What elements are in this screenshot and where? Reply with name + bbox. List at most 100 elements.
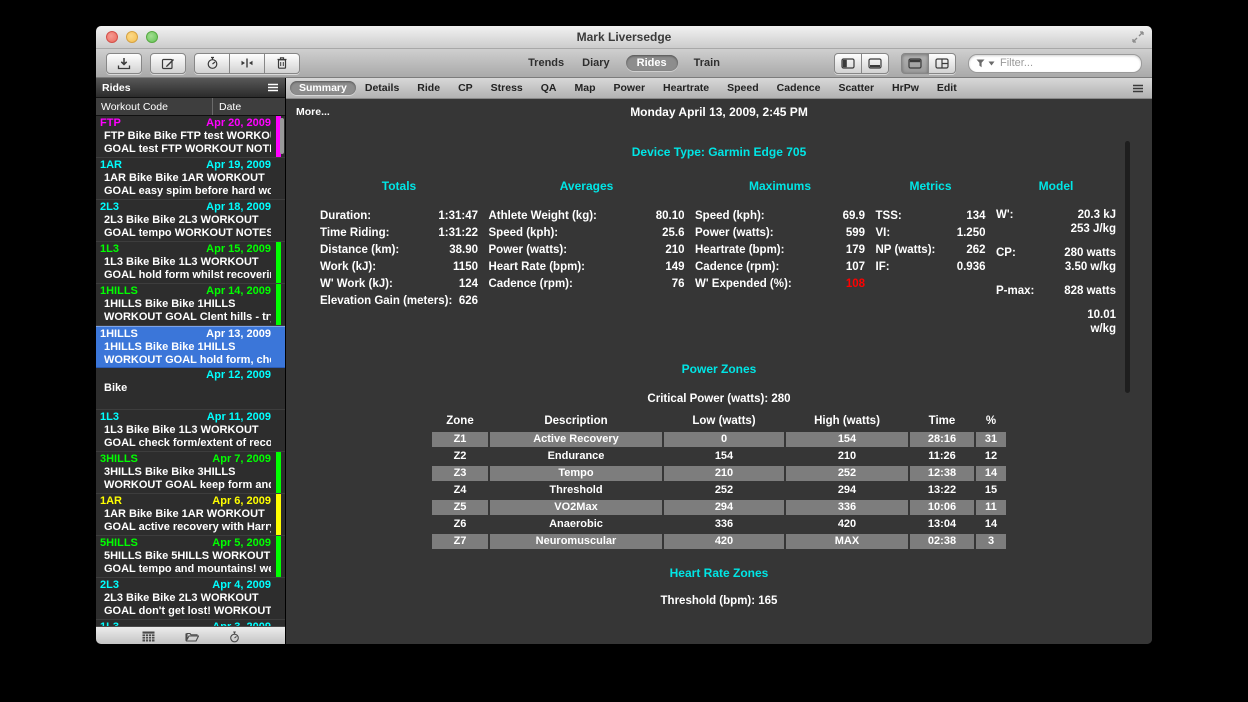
hr-threshold-line: Threshold (bpm): 165 [286,595,1152,607]
tab-speed[interactable]: Speed [718,81,768,95]
stopwatch-icon[interactable] [229,631,240,643]
metric-value: 0.936 [957,259,986,276]
delete-ride-button[interactable] [265,53,300,74]
zone-cell: 02:38 [910,534,974,549]
zoom-button[interactable] [146,31,158,43]
zone-cell: 154 [786,432,908,447]
ride-date: Apr 5, 2009 [212,537,271,550]
column-workout-code[interactable]: Workout Code [96,98,213,115]
tab-summary[interactable]: Summary [290,81,356,95]
tab-edit[interactable]: Edit [928,81,966,95]
fullscreen-icon[interactable] [1131,30,1145,44]
ride-description: GOAL hold form whilst recovering [100,269,271,282]
ride-item[interactable]: 1L3Apr 15, 20091L3 Bike Bike 1L3 WORKOUT… [96,242,285,284]
zone-cell: 14 [976,466,1006,481]
metric-value: 76 [672,276,685,293]
perspective-tab-diary[interactable]: Diary [580,55,612,71]
metric-label: W' Expended (%): [695,276,792,293]
metric-value: 626 [459,293,478,310]
metric-value: 124 [459,276,478,293]
split-ride-button[interactable] [230,53,265,74]
metric-label: P-max: [996,284,1034,298]
column-date[interactable]: Date [213,101,285,113]
view-menu-icon[interactable] [1132,84,1144,93]
zone-col-header: High (watts) [786,414,908,430]
ride-item[interactable]: 1ARApr 19, 20091AR Bike Bike 1AR WORKOUT… [96,158,285,200]
manual-entry-button[interactable] [150,53,186,74]
ride-item[interactable]: FTPApr 20, 2009FTP Bike Bike FTP test WO… [96,116,285,158]
ride-item[interactable]: 1HILLSApr 14, 20091HILLS Bike Bike 1HILL… [96,284,285,326]
stopwatch-button[interactable] [194,53,230,74]
zone-cell: 12:38 [910,466,974,481]
download-ride-button[interactable] [106,53,142,74]
tab-cp[interactable]: CP [449,81,482,95]
ride-item[interactable]: 1ARApr 6, 20091AR Bike Bike 1AR WORKOUTG… [96,494,285,536]
rides-sidebar: Rides Workout Code Date FTPApr 20, 2009F… [96,78,286,644]
sidebar-menu-icon[interactable] [267,83,279,92]
metric-label: CP: [996,246,1016,260]
zone-col-header: Description [490,414,662,430]
ride-description: 1HILLS Bike Bike 1HILLS [100,298,271,311]
summary-sections: TotalsDuration:1:31:47Time Riding:1:31:2… [320,179,1116,336]
ride-item[interactable]: 2L3Apr 18, 20092L3 Bike Bike 2L3 WORKOUT… [96,200,285,242]
filter-input[interactable] [998,56,1134,70]
metric-value: 179 [846,242,865,259]
tab-heartrate[interactable]: Heartrate [654,81,718,95]
zone-cell: 420 [664,534,784,549]
metric-label: VI: [876,225,891,242]
ride-item[interactable]: 3HILLSApr 7, 20093HILLS Bike Bike 3HILLS… [96,452,285,494]
toggle-sidebar-button[interactable] [834,53,862,74]
zone-cell: 11 [976,500,1006,515]
zone-row: Z5VO2Max29433610:0611 [432,500,1006,515]
tab-ride[interactable]: Ride [408,81,449,95]
ride-code: 1L3 [100,411,119,424]
metric-value: 828 watts [1064,284,1116,298]
folder-icon[interactable] [185,631,199,642]
power-zones-table: ZoneDescriptionLow (watts)High (watts)Ti… [432,414,1006,549]
zone-cell: MAX [786,534,908,549]
ride-date: Apr 11, 2009 [207,411,271,424]
ride-item[interactable]: 1L3Apr 3, 2009 [96,620,285,626]
metric-label: Duration: [320,208,371,225]
toggle-bottombar-button[interactable] [862,53,889,74]
zone-cell: 10:06 [910,500,974,515]
ride-item[interactable]: 1HILLSApr 13, 20091HILLS Bike Bike 1HILL… [96,326,285,368]
calendar-icon[interactable] [142,631,155,642]
zone-cell: 3 [976,534,1006,549]
ride-item[interactable]: Apr 12, 2009Bike [96,368,285,410]
minimize-button[interactable] [126,31,138,43]
tab-power[interactable]: Power [605,81,655,95]
ride-description: Bike [100,382,271,395]
more-link[interactable]: More... [296,106,330,118]
metric-label: Power (watts): [695,225,774,242]
tab-map[interactable]: Map [566,81,605,95]
content-scrollbar[interactable] [1125,141,1130,393]
ride-date: Apr 3, 2009 [212,621,271,626]
ride-code: 1L3 [100,243,119,256]
filter-field[interactable] [968,54,1142,73]
tab-qa[interactable]: QA [532,81,566,95]
tab-cadence[interactable]: Cadence [768,81,830,95]
ride-description: WORKOUT GOAL Clent hills - try [100,311,271,324]
ride-item[interactable]: 5HILLSApr 5, 20095HILLS Bike 5HILLS WORK… [96,536,285,578]
ride-item[interactable]: 2L3Apr 4, 20092L3 Bike Bike 2L3 WORKOUTG… [96,578,285,620]
perspective-tab-rides[interactable]: Rides [626,55,678,71]
tab-details[interactable]: Details [356,81,408,95]
tab-stress[interactable]: Stress [482,81,532,95]
zone-cell: Z1 [432,432,488,447]
ride-color-stripe [276,452,281,493]
sidebar-scrollbar[interactable] [280,118,284,154]
ride-item[interactable]: 1L3Apr 11, 20091L3 Bike Bike 1L3 WORKOUT… [96,410,285,452]
ride-color-stripe [276,242,281,283]
ride-date: Apr 15, 2009 [206,243,271,256]
perspective-tab-train[interactable]: Train [692,55,722,71]
tiled-view-button[interactable] [929,53,956,74]
perspective-tab-trends[interactable]: Trends [526,55,566,71]
tab-scatter[interactable]: Scatter [829,81,883,95]
metric-label: Work (kJ): [320,259,376,276]
tabbed-view-button[interactable] [901,53,929,74]
tab-hrpw[interactable]: HrPw [883,81,928,95]
ride-date: Apr 18, 2009 [206,201,271,214]
close-button[interactable] [106,31,118,43]
zone-cell: Endurance [490,449,662,464]
